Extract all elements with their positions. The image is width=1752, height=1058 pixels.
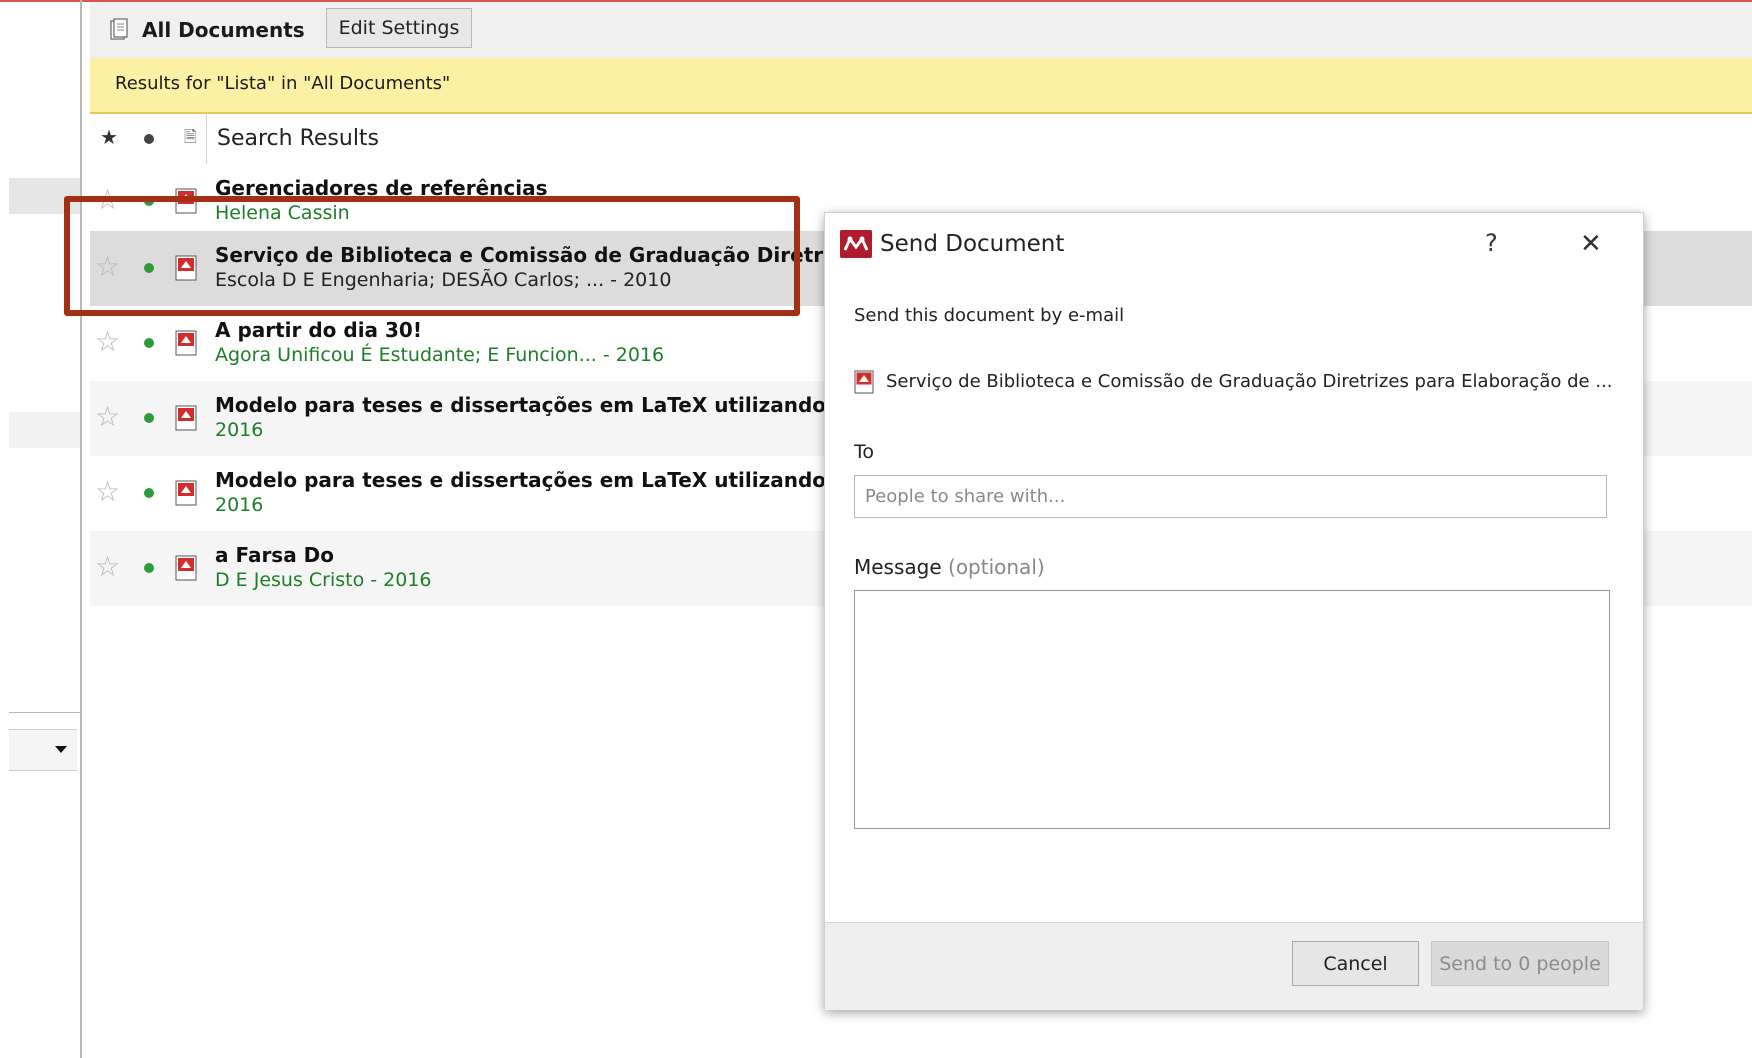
star-icon[interactable]: ☆ (95, 328, 120, 356)
send-button[interactable]: Send to 0 people (1431, 941, 1609, 986)
list-header: ★ 🗎 Search Results (90, 114, 1752, 164)
document-type-column-icon[interactable]: 🗎 (184, 126, 197, 153)
unread-dot-icon[interactable] (144, 563, 154, 573)
sidebar-divider (9, 712, 80, 713)
cancel-button[interactable]: Cancel (1292, 941, 1419, 986)
recipients-input[interactable] (854, 475, 1607, 518)
unread-dot-icon[interactable] (144, 413, 154, 423)
message-optional-hint: (optional) (948, 555, 1045, 579)
message-textarea[interactable] (854, 590, 1610, 829)
pdf-icon (175, 405, 197, 431)
document-title: Modelo para teses e dissertações em LaTe… (215, 468, 866, 492)
chevron-down-icon (55, 746, 67, 753)
document-meta: D E Jesus Cristo - 2016 (215, 569, 432, 591)
document-title: a Farsa Do (215, 543, 335, 567)
star-icon[interactable]: ☆ (95, 403, 120, 431)
toolbar: All Documents Edit Settings (90, 2, 1752, 58)
close-icon[interactable]: ✕ (1580, 229, 1602, 259)
document-meta: 2016 (215, 419, 264, 441)
mendeley-logo-icon (840, 230, 872, 258)
pdf-icon (175, 555, 197, 581)
list-header-title[interactable]: Search Results (217, 126, 379, 151)
unread-dot-icon[interactable] (144, 338, 154, 348)
send-document-dialog: Send Document ? ✕ Send this document by … (824, 212, 1644, 1010)
message-label: Message (optional) (854, 555, 1045, 579)
search-results-banner: Results for "Lista" in "All Documents" (90, 58, 1752, 114)
library-icon (110, 18, 128, 40)
star-column-icon[interactable]: ★ (100, 125, 118, 149)
dialog-title: Send Document (880, 231, 1065, 257)
selection-highlight-annotation (64, 196, 800, 316)
edit-settings-button[interactable]: Edit Settings (326, 8, 472, 48)
sidebar-dropdown[interactable] (9, 729, 77, 771)
dialog-subtitle: Send this document by e-mail (854, 305, 1125, 326)
shared-document-name: Serviço de Biblioteca e Comissão de Grad… (886, 371, 1613, 392)
read-status-column-icon[interactable] (144, 134, 154, 144)
unread-dot-icon[interactable] (144, 488, 154, 498)
to-label: To (854, 441, 875, 463)
library-title: All Documents (142, 18, 305, 42)
document-title: Modelo para teses e dissertações em LaTe… (215, 393, 866, 417)
pdf-icon (175, 330, 197, 356)
star-icon[interactable]: ☆ (95, 553, 120, 581)
sidebar-splitter[interactable] (80, 0, 82, 1058)
sidebar-item[interactable] (9, 412, 80, 448)
pdf-icon (175, 480, 197, 506)
document-title: A partir do dia 30! (215, 318, 422, 342)
column-divider (206, 114, 207, 164)
document-meta: Agora Unificou É Estudante; E Funcion...… (215, 344, 665, 366)
star-icon[interactable]: ☆ (95, 478, 120, 506)
message-label-text: Message (854, 555, 942, 579)
help-icon[interactable]: ? (1485, 229, 1498, 257)
pdf-icon (854, 370, 874, 394)
document-meta: 2016 (215, 494, 264, 516)
search-results-text: Results for "Lista" in "All Documents" (115, 73, 451, 94)
